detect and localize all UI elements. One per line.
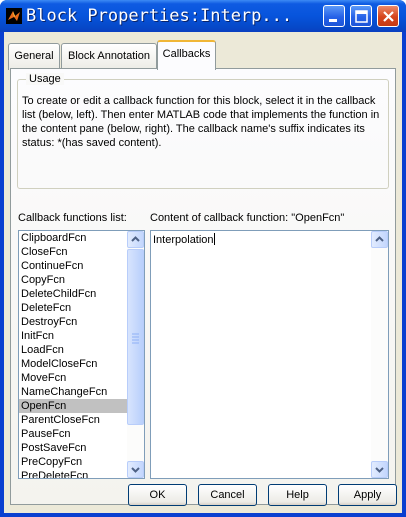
simulink-icon: [6, 8, 22, 24]
scroll-down-button[interactable]: [371, 461, 388, 478]
minimize-icon: [329, 19, 337, 22]
content-text-wrap: Interpolation: [153, 233, 215, 247]
usage-title: Usage: [26, 73, 64, 85]
chevron-down-icon: [375, 467, 384, 473]
close-button[interactable]: [377, 5, 399, 27]
grip-icon: [132, 333, 139, 344]
dialog-body: General Block Annotation Callbacks Usage…: [4, 32, 402, 513]
list-item[interactable]: PostSaveFcn: [19, 441, 127, 455]
list-item[interactable]: NameChangeFcn: [19, 385, 127, 399]
list-item[interactable]: InitFcn: [19, 329, 127, 343]
title-bar[interactable]: Block Properties:Interp...: [0, 0, 406, 32]
list-item[interactable]: ContinueFcn: [19, 259, 127, 273]
chevron-up-icon: [375, 236, 384, 242]
callback-content-editor[interactable]: Interpolation: [150, 230, 389, 479]
close-icon: [383, 11, 394, 22]
tab-label: Block Annotation: [68, 50, 150, 62]
block-properties-window: Block Properties:Interp... General Block…: [0, 0, 406, 517]
list-item[interactable]: ClipboardFcn: [19, 231, 127, 245]
list-item[interactable]: CloseFcn: [19, 245, 127, 259]
list-item[interactable]: ParentCloseFcn: [19, 413, 127, 427]
list-item[interactable]: PauseFcn: [19, 427, 127, 441]
ok-button[interactable]: OK: [128, 484, 187, 506]
tab-callbacks[interactable]: Callbacks: [157, 40, 216, 70]
list-item[interactable]: CopyFcn: [19, 273, 127, 287]
list-item[interactable]: LoadFcn: [19, 343, 127, 357]
minimize-button[interactable]: [323, 5, 345, 27]
scroll-thumb[interactable]: [127, 249, 144, 425]
list-item[interactable]: DestroyFcn: [19, 315, 127, 329]
list-item[interactable]: OpenFcn: [19, 399, 127, 413]
scroll-down-button[interactable]: [127, 461, 144, 478]
list-items: ClipboardFcn CloseFcn ContinueFcn CopyFcn De…: [19, 231, 127, 478]
tab-label: General: [14, 50, 54, 62]
maximize-icon: [355, 10, 368, 23]
apply-button[interactable]: Apply: [338, 484, 397, 506]
text-caret: [213, 233, 215, 245]
tab-general[interactable]: General: [8, 43, 60, 70]
content-value: Interpolation: [153, 234, 214, 246]
chevron-up-icon: [131, 236, 140, 242]
content-scrollbar[interactable]: [371, 231, 388, 478]
chevron-down-icon: [131, 467, 140, 473]
scroll-up-button[interactable]: [371, 231, 388, 248]
callbacks-panel: Usage To create or edit a callback funct…: [10, 68, 396, 505]
list-item[interactable]: ModelCloseFcn: [19, 357, 127, 371]
callback-functions-list[interactable]: ClipboardFcn CloseFcn ContinueFcn CopyFcn De…: [18, 230, 145, 479]
maximize-button[interactable]: [350, 5, 372, 27]
usage-text: To create or edit a callback function fo…: [22, 95, 380, 149]
content-label: Content of callback function: "OpenFcn": [150, 212, 345, 224]
list-item[interactable]: DeleteChildFcn: [19, 287, 127, 301]
callback-list-label: Callback functions list:: [18, 212, 127, 224]
list-item[interactable]: MoveFcn: [19, 371, 127, 385]
usage-group: Usage To create or edit a callback funct…: [17, 73, 389, 189]
cancel-button[interactable]: Cancel: [198, 484, 257, 506]
tab-label: Callbacks: [162, 48, 211, 60]
list-scrollbar[interactable]: [127, 231, 144, 478]
tab-block-annotation[interactable]: Block Annotation: [61, 43, 157, 70]
window-title: Block Properties:Interp...: [26, 6, 293, 26]
list-item[interactable]: DeleteFcn: [19, 301, 127, 315]
list-item[interactable]: PreDeleteFcn: [19, 469, 127, 478]
help-button[interactable]: Help: [268, 484, 327, 506]
scroll-up-button[interactable]: [127, 231, 144, 248]
list-item[interactable]: PreCopyFcn: [19, 455, 127, 469]
